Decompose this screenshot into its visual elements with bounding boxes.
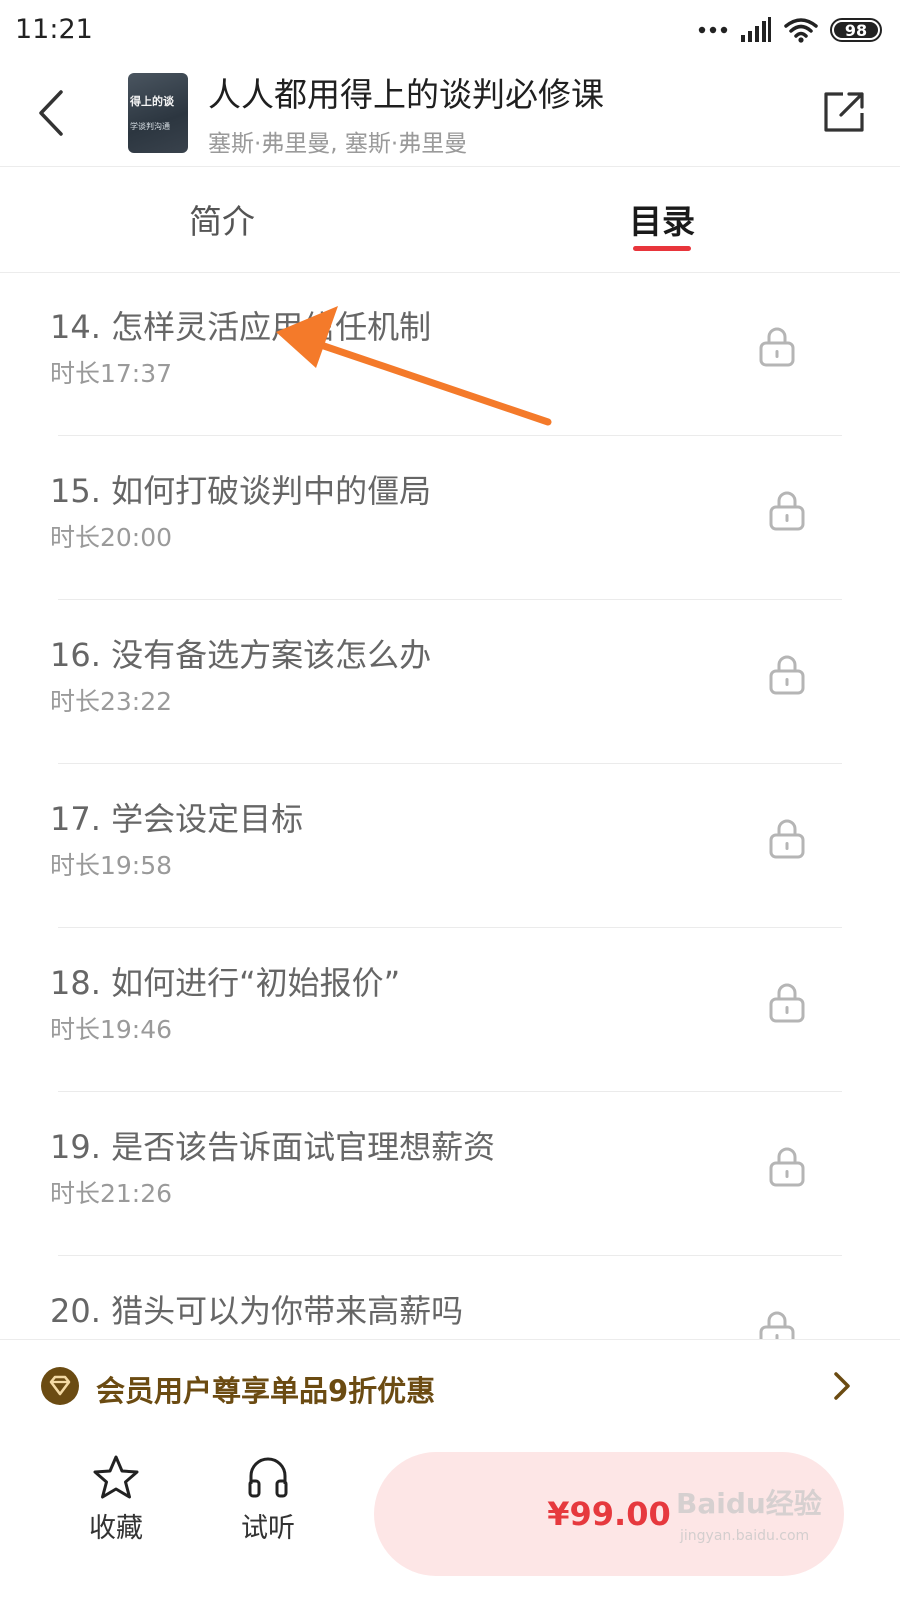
chapter-title: 17. 学会设定目标 xyxy=(50,800,304,838)
lock-icon xyxy=(769,655,805,695)
chapter-title: 19. 是否该告诉面试官理想薪资 xyxy=(50,1128,496,1166)
list-item[interactable]: 16. 没有备选方案该怎么办 时长23:22 xyxy=(0,600,900,764)
tab-intro[interactable]: 简介 xyxy=(122,166,322,272)
chapter-list[interactable]: 14. 怎样灵活应用信任机制 时长17:37 15. 如何打破谈判中的僵局 时长… xyxy=(0,272,900,1339)
status-time: 11:21 xyxy=(15,14,93,45)
list-item[interactable]: 17. 学会设定目标 时长19:58 xyxy=(0,764,900,928)
dots-icon xyxy=(698,26,728,34)
price: ¥99.00 xyxy=(547,1495,671,1533)
page-title: 人人都用得上的谈判必修课 xyxy=(208,75,604,114)
chapter-title: 20. 猎头可以为你带来高薪吗 xyxy=(50,1292,464,1330)
chapter-duration: 时长19:58 xyxy=(50,851,173,880)
share-icon xyxy=(824,92,864,132)
lock-icon xyxy=(759,327,795,367)
chevron-right-icon xyxy=(834,1372,850,1400)
signal-icon xyxy=(741,17,771,42)
chapter-title: 18. 如何进行“初始报价” xyxy=(50,964,401,1002)
back-button[interactable] xyxy=(26,80,76,146)
chapter-duration: 时长17:37 xyxy=(50,359,173,388)
chapter-duration: 时长23:22 xyxy=(50,687,173,716)
cover-text-line2: 学谈判沟通 xyxy=(130,122,170,131)
chapter-title: 15. 如何打破谈判中的僵局 xyxy=(50,472,432,510)
trial-label: 试听 xyxy=(241,1513,295,1544)
tab-catalog[interactable]: 目录 xyxy=(562,166,762,272)
vip-diamond-icon xyxy=(41,1367,79,1405)
lock-icon xyxy=(769,491,805,531)
active-tab-indicator xyxy=(633,246,691,251)
watermark-url: jingyan.baidu.com xyxy=(680,1528,810,1544)
list-item[interactable]: 14. 怎样灵活应用信任机制 时长17:37 xyxy=(0,272,900,436)
lock-icon xyxy=(769,983,805,1023)
status-icons: 98 xyxy=(698,14,882,46)
watermark: Baidu经验 xyxy=(676,1487,822,1520)
member-banner[interactable]: 会员用户尊享单品9折优惠 xyxy=(0,1339,900,1433)
star-icon xyxy=(93,1455,139,1499)
member-offer-text: 会员用户尊享单品9折优惠 xyxy=(96,1374,436,1408)
battery-level: 98 xyxy=(844,20,868,40)
chapter-duration: 时长21:26 xyxy=(50,1179,173,1208)
battery-icon: 98 xyxy=(830,18,882,42)
list-item[interactable]: 19. 是否该告诉面试官理想薪资 时长21:26 xyxy=(0,1092,900,1256)
share-button[interactable] xyxy=(816,84,872,140)
book-cover[interactable]: 得上的谈 学谈判沟通 xyxy=(128,73,188,153)
chapter-duration: 时长19:46 xyxy=(50,1015,173,1044)
chapter-title: 14. 怎样灵活应用信任机制 xyxy=(50,308,432,346)
headphones-icon xyxy=(248,1457,288,1498)
tab-bar: 简介 目录 xyxy=(0,166,900,273)
book-authors: 塞斯·弗里曼, 塞斯·弗里曼 xyxy=(208,131,468,157)
status-bar: 11:21 98 xyxy=(0,0,900,60)
trial-listen-button[interactable]: 试听 xyxy=(218,1454,318,1564)
chapter-duration: 时长20:00 xyxy=(50,523,173,552)
cover-text-line1: 得上的谈 xyxy=(130,95,174,108)
lock-icon xyxy=(759,1311,795,1339)
list-item[interactable]: 15. 如何打破谈判中的僵局 时长20:00 xyxy=(0,436,900,600)
favorite-label: 收藏 xyxy=(89,1513,143,1544)
chevron-left-icon xyxy=(39,90,63,136)
wifi-icon xyxy=(784,18,818,43)
list-item[interactable]: 18. 如何进行“初始报价” 时长19:46 xyxy=(0,928,900,1092)
list-item[interactable]: 20. 猎头可以为你带来高薪吗 xyxy=(0,1256,900,1339)
favorite-button[interactable]: 收藏 xyxy=(66,1454,166,1564)
header: 得上的谈 学谈判沟通 人人都用得上的谈判必修课 塞斯·弗里曼, 塞斯·弗里曼 xyxy=(0,60,900,167)
chapter-title: 16. 没有备选方案该怎么办 xyxy=(50,636,432,674)
lock-icon xyxy=(769,819,805,859)
lock-icon xyxy=(769,1147,805,1187)
